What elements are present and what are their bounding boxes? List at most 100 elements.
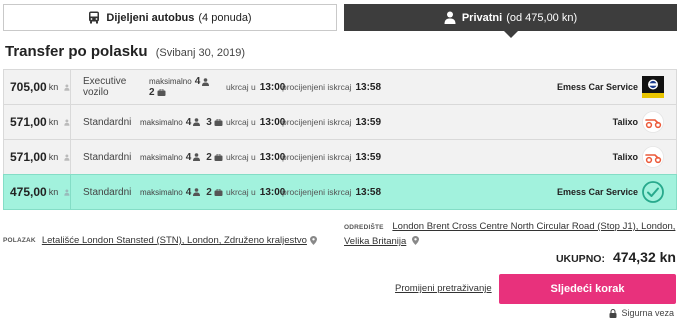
capacity: maksimalno 4 3 <box>140 105 223 139</box>
luggage-count: 3 <box>206 116 212 128</box>
price-value: 571,00 <box>10 115 47 129</box>
vehicle-type: Executive vozilo <box>83 70 126 104</box>
person-icon <box>64 188 70 196</box>
pickup-label: ukrcaj u <box>226 152 256 162</box>
next-step-button[interactable]: Sljedeći korak <box>499 274 676 304</box>
page-title: Transfer po polasku (Svibanj 30, 2019) <box>5 43 245 60</box>
luggage-count: 2 <box>206 151 212 163</box>
price-currency: kn <box>48 117 59 127</box>
vehicle-type: Standardni <box>83 186 132 198</box>
tab-shared-count: (4 ponuda) <box>198 11 252 24</box>
vehicle-line-2: vozilo <box>83 87 109 98</box>
departure-link[interactable]: Letališće London Stansted (STN), London,… <box>42 235 307 246</box>
provider-name: Talixo <box>612 152 638 162</box>
offer-row[interactable]: 705,00 kn Executive vozilo maksimalno 4 … <box>3 69 677 105</box>
capacity: maksimalno 4 2 <box>140 175 223 209</box>
person-icon <box>64 153 70 161</box>
price-value: 571,00 <box>10 150 47 164</box>
dropoff-time: procijenjeni iskrcaj 13:58 <box>282 70 381 104</box>
passenger-icon <box>193 118 201 126</box>
total-value: 474,32 kn <box>612 249 676 265</box>
passenger-icon <box>193 153 201 161</box>
max-label: maksimalno <box>140 117 183 127</box>
capacity: maksimalno 4 2 <box>140 140 223 174</box>
passenger-icon <box>202 77 210 86</box>
provider-name: Emess Car Service <box>556 82 638 92</box>
offer-row[interactable]: 571,00 kn Standardni maksimalno 4 2 ukrc… <box>3 139 677 175</box>
pickup-label: ukrcaj u <box>226 117 256 127</box>
emess-logo-icon <box>642 76 664 98</box>
tab-shared-label: Dijeljeni autobus <box>106 11 195 24</box>
provider-name: Emess Car Service <box>556 187 638 197</box>
pickup-label: ukrcaj u <box>226 187 256 197</box>
price-currency: kn <box>48 82 59 92</box>
map-pin-icon[interactable] <box>411 236 419 245</box>
bus-icon <box>89 11 100 24</box>
pickup-time: ukrcaj u 13:00 <box>226 105 285 139</box>
provider-name: Talixo <box>612 117 638 127</box>
vehicle-type: Standardni <box>83 151 132 163</box>
dropoff-time-value: 13:58 <box>355 81 382 93</box>
total-price: UKUPNO: 474,32 kn <box>556 249 676 265</box>
user-icon <box>444 11 456 24</box>
price-cell: 705,00 kn <box>4 70 71 104</box>
destination-location: ODREDIŠTE London Brent Cross Centre Nort… <box>344 220 678 249</box>
lock-icon <box>609 308 617 318</box>
vehicle-type: Standardni <box>83 116 132 128</box>
passengers-count: 4 <box>185 151 192 163</box>
luggage-icon <box>157 89 166 96</box>
pickup-label: ukrcaj u <box>226 82 256 92</box>
departure-date: (Svibanj 30, 2019) <box>155 47 245 59</box>
dropoff-label: procijenjeni iskrcaj <box>282 152 352 162</box>
pickup-time: ukrcaj u 13:00 <box>226 140 285 174</box>
dropoff-label: procijenjeni iskrcaj <box>282 187 352 197</box>
dropoff-time-value: 13:59 <box>355 116 382 128</box>
max-label: maksimalno <box>149 77 192 86</box>
offer-row-selected[interactable]: 475,00 kn Standardni maksimalno 4 2 ukrc… <box>3 174 677 210</box>
dropoff-label: procijenjeni iskrcaj <box>282 82 352 92</box>
dropoff-time: procijenjeni iskrcaj 13:59 <box>282 105 381 139</box>
luggage-icon <box>214 118 223 126</box>
dropoff-time-value: 13:59 <box>355 151 382 163</box>
checkmark-icon <box>642 181 664 203</box>
secure-label: Sigurna veza <box>621 308 674 318</box>
person-icon <box>64 118 70 126</box>
tab-private[interactable]: Privatni (od 475,00 kn) <box>344 4 677 38</box>
price-currency: kn <box>48 187 59 197</box>
tab-shared-bus[interactable]: Dijeljeni autobus (4 ponuda) <box>3 4 337 31</box>
secure-connection: Sigurna veza <box>609 308 674 318</box>
passengers-count: 4 <box>185 116 192 128</box>
dropoff-time-value: 13:58 <box>355 186 382 198</box>
departure-tag: POLAZAK <box>3 237 36 244</box>
price-value: 475,00 <box>10 185 47 199</box>
offers-table: 705,00 kn Executive vozilo maksimalno 4 … <box>3 69 677 210</box>
tab-private-label: Privatni <box>461 11 503 24</box>
change-search-link[interactable]: Promijeni pretraživanje <box>395 283 492 294</box>
max-label: maksimalno <box>140 152 183 162</box>
destination-tag: ODREDIŠTE <box>344 224 384 231</box>
price-cell: 571,00 kn <box>4 140 71 174</box>
luggage-count: 2 <box>206 186 212 198</box>
max-label: maksimalno <box>140 187 183 197</box>
luggage-icon <box>214 188 223 196</box>
luggage-count: 2 <box>149 87 155 98</box>
transfer-type-tabs: Dijeljeni autobus (4 ponuda) Privatni (o… <box>3 4 677 38</box>
price-currency: kn <box>48 152 59 162</box>
map-pin-icon[interactable] <box>309 236 317 245</box>
passenger-icon <box>193 188 201 196</box>
luggage-icon <box>214 153 223 161</box>
offer-row[interactable]: 571,00 kn Standardni maksimalno 4 3 ukrc… <box>3 104 677 140</box>
pickup-time: ukrcaj u 13:00 <box>226 175 285 209</box>
dropoff-label: procijenjeni iskrcaj <box>282 117 352 127</box>
talixo-logo-icon <box>642 111 664 133</box>
passengers-count: 4 <box>185 186 192 198</box>
dropoff-time: procijenjeni iskrcaj 13:58 <box>282 175 381 209</box>
capacity: maksimalno 4 2 <box>149 70 210 104</box>
person-icon <box>64 83 70 91</box>
price-cell: 571,00 kn <box>4 105 71 139</box>
passengers-count: 4 <box>194 76 201 87</box>
tab-private-price: (od 475,00 kn) <box>506 11 578 24</box>
departure-location: POLAZAK Letališće London Stansted (STN),… <box>3 235 317 246</box>
price-value: 705,00 <box>10 80 47 94</box>
destination-link[interactable]: London Brent Cross Centre North Circular… <box>344 221 675 247</box>
